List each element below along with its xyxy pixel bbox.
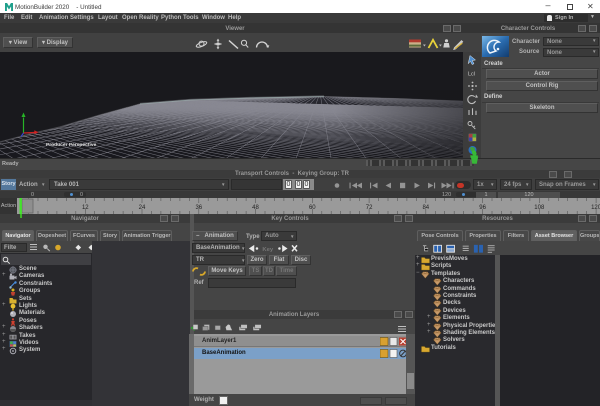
svg-text:12: 12: [82, 205, 89, 211]
svg-text:72: 72: [366, 205, 373, 211]
svg-text:Lcl: Lcl: [468, 72, 475, 78]
svg-text:96: 96: [479, 205, 486, 211]
svg-text:36: 36: [195, 205, 202, 211]
svg-text:48: 48: [252, 205, 259, 211]
svg-text:84: 84: [422, 205, 429, 211]
svg-text:108: 108: [534, 205, 545, 211]
svg-text:120: 120: [591, 205, 600, 211]
svg-text:24: 24: [139, 205, 146, 211]
svg-text:Key: Key: [262, 247, 273, 253]
svg-text:60: 60: [309, 205, 316, 211]
